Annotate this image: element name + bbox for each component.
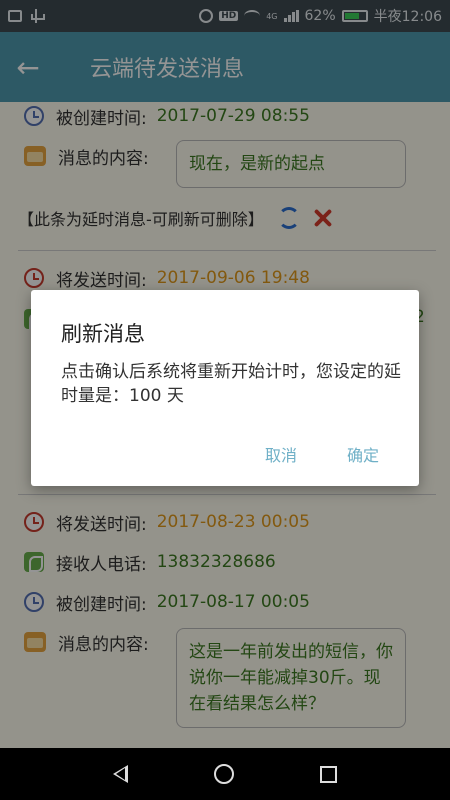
dialog-title: 刷新消息 xyxy=(61,322,145,346)
nav-recents-icon[interactable] xyxy=(320,765,337,783)
confirm-button[interactable]: 确定 xyxy=(339,436,387,472)
navigation-bar xyxy=(0,748,450,800)
refresh-dialog: 刷新消息 点击确认后系统将重新开始计时，您设定的延时量是：100 天 取消 确定 xyxy=(31,290,419,486)
nav-back-icon[interactable] xyxy=(113,765,128,783)
cancel-button[interactable]: 取消 xyxy=(257,436,305,472)
nav-home-icon[interactable] xyxy=(214,764,234,784)
dialog-message: 点击确认后系统将重新开始计时，您设定的延时量是：100 天 xyxy=(61,362,401,406)
